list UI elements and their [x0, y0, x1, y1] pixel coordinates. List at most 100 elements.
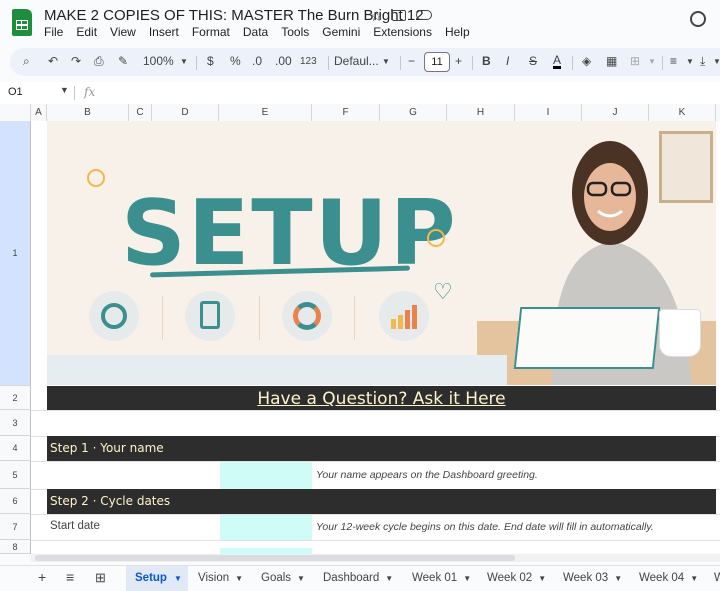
tab-setup[interactable]: Setup ▼	[126, 566, 188, 591]
tab-week-01[interactable]: Week 01 ▼	[412, 572, 471, 584]
column-header-d[interactable]: D	[152, 104, 219, 121]
menu-tools[interactable]: Tools	[281, 25, 309, 39]
menu-insert[interactable]: Insert	[149, 25, 179, 39]
borders-icon[interactable]: ▦	[606, 54, 617, 68]
all-sheets-icon[interactable]: ≡	[66, 569, 74, 585]
italic-button[interactable]: I	[506, 54, 509, 68]
chevron-down-icon[interactable]: ▼	[614, 574, 622, 583]
sheets-logo-icon[interactable]	[12, 9, 32, 36]
menu-gemini[interactable]: Gemini	[322, 25, 360, 39]
row-header-3[interactable]: 3	[0, 410, 31, 436]
print-icon[interactable]: ⎙	[94, 54, 104, 69]
column-header-j[interactable]: J	[582, 104, 649, 121]
column-header-f[interactable]: F	[312, 104, 380, 121]
chevron-down-icon[interactable]: ▼	[174, 574, 182, 583]
chevron-down-icon[interactable]: ▼	[297, 574, 305, 583]
chevron-down-icon[interactable]: ▼	[538, 574, 546, 583]
redo-icon[interactable]: ↷	[71, 54, 81, 68]
zoom-select[interactable]: 100%	[143, 54, 174, 68]
row-header-2[interactable]: 2	[0, 386, 31, 410]
row-header-4[interactable]: 4	[0, 436, 31, 461]
fx-icon: fx	[84, 85, 96, 99]
text-color-button[interactable]: A	[553, 54, 562, 69]
column-header-h[interactable]: H	[447, 104, 515, 121]
font-select[interactable]: Defaul...	[334, 54, 379, 68]
fill-color-icon[interactable]: ◈	[582, 54, 591, 68]
chevron-down-icon[interactable]: ▼	[648, 57, 656, 66]
strikethrough-button[interactable]: S	[529, 54, 537, 68]
chevron-down-icon[interactable]: ▼	[690, 574, 698, 583]
column-headers: A B C D E F G H I J K	[0, 104, 720, 122]
increase-decimal-button[interactable]: .00	[275, 54, 292, 68]
column-header-k[interactable]: K	[649, 104, 716, 121]
bold-button[interactable]: B	[482, 54, 491, 68]
menu-view[interactable]: View	[110, 25, 136, 39]
font-size-input[interactable]: 11	[424, 52, 450, 72]
chevron-down-icon[interactable]: ▼	[463, 574, 471, 583]
name-input-cell[interactable]	[220, 462, 312, 489]
step1-hint: Your name appears on the Dashboard greet…	[316, 469, 538, 481]
menu-help[interactable]: Help	[445, 25, 470, 39]
name-box[interactable]: O1	[8, 86, 23, 98]
horizontal-align-icon[interactable]: ≡	[670, 54, 677, 68]
column-header-g[interactable]: G	[380, 104, 447, 121]
cloud-status-icon[interactable]	[416, 10, 432, 20]
column-header-b[interactable]: B	[47, 104, 129, 121]
tab-week-02[interactable]: Week 02 ▼	[487, 572, 546, 584]
horizontal-scrollbar[interactable]	[31, 554, 720, 562]
version-history-icon[interactable]	[690, 11, 706, 27]
merge-cells-icon[interactable]: ⊞	[630, 54, 640, 68]
scrollbar-thumb[interactable]	[35, 555, 515, 561]
vertical-align-icon[interactable]: ⤓	[700, 54, 705, 69]
menu-data[interactable]: Data	[243, 25, 268, 39]
row-header-8[interactable]: 8	[0, 540, 31, 554]
paint-format-icon[interactable]: ✎	[118, 54, 128, 68]
tab-dashboard[interactable]: Dashboard ▼	[323, 572, 393, 584]
tab-week-03[interactable]: Week 03 ▼	[563, 572, 622, 584]
menu-format[interactable]: Format	[192, 25, 230, 39]
chevron-down-icon[interactable]: ▼	[385, 574, 393, 583]
row-header-1[interactable]: 1	[0, 121, 31, 386]
ask-question-link[interactable]: Have a Question? Ask it Here	[47, 389, 716, 409]
cycle-arrows-icon	[282, 291, 332, 341]
decrease-font-size-icon[interactable]: −	[408, 54, 415, 68]
row-header-6[interactable]: 6	[0, 489, 31, 514]
tab-goals-label: Goals	[261, 572, 292, 584]
tab-week-04[interactable]: Week 04 ▼	[639, 572, 698, 584]
more-formats-button[interactable]: 123	[300, 56, 317, 67]
tab-vision[interactable]: Vision ▼	[198, 572, 243, 584]
percent-format-button[interactable]: %	[230, 54, 241, 68]
star-icon[interactable]: ☆	[370, 8, 383, 25]
row-header-7[interactable]: 7	[0, 514, 31, 540]
tab-week-05-partial[interactable]: W	[714, 572, 720, 584]
menu-extensions[interactable]: Extensions	[373, 25, 432, 39]
column-header-e[interactable]: E	[219, 104, 312, 121]
chevron-down-icon[interactable]: ▼	[382, 57, 390, 66]
start-date-input-cell[interactable]	[220, 515, 312, 540]
document-title[interactable]: MAKE 2 COPIES OF THIS: MASTER The Burn B…	[44, 7, 424, 24]
menu-file[interactable]: File	[44, 25, 63, 39]
chevron-down-icon[interactable]: ▼	[180, 57, 188, 66]
column-header-i[interactable]: I	[515, 104, 582, 121]
undo-icon[interactable]: ↶	[48, 54, 58, 68]
step2-label: Step 2 · Cycle dates	[50, 494, 171, 508]
column-header-a[interactable]: A	[31, 104, 47, 121]
chevron-down-icon[interactable]: ▼	[235, 574, 243, 583]
add-sheet-icon[interactable]: +	[38, 569, 46, 585]
currency-format-button[interactable]: $	[207, 54, 214, 68]
chevron-down-icon[interactable]: ▼	[713, 57, 720, 66]
column-header-c[interactable]: C	[129, 104, 152, 121]
row-header-5[interactable]: 5	[0, 461, 31, 489]
menu-edit[interactable]: Edit	[76, 25, 97, 39]
increase-font-size-icon[interactable]: +	[455, 54, 462, 68]
tab-setup-label: Setup	[135, 572, 167, 584]
tab-goals[interactable]: Goals ▼	[261, 572, 305, 584]
chevron-down-icon[interactable]: ▼	[60, 85, 69, 95]
decrease-decimal-button[interactable]: .0	[252, 54, 262, 68]
sheet-switcher-icon[interactable]: ⊞	[95, 570, 106, 586]
chevron-down-icon[interactable]: ▼	[686, 57, 694, 66]
move-folder-icon[interactable]	[392, 10, 406, 21]
step1-header-row: Step 1 · Your name	[47, 436, 716, 461]
search-menus-icon[interactable]: ⌕	[23, 54, 30, 69]
select-all-corner[interactable]	[0, 104, 31, 121]
